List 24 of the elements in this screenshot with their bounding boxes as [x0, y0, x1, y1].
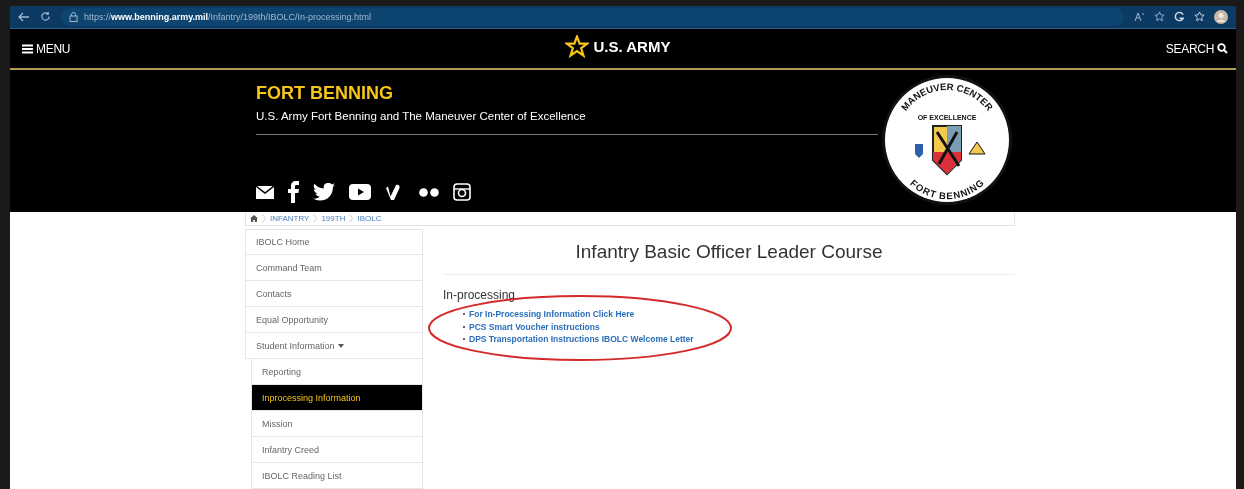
breadcrumb-link[interactable]: INFANTRY: [270, 214, 310, 223]
sidebar-subitem[interactable]: Mission: [251, 411, 423, 437]
site-subtitle: U.S. Army Fort Benning and The Maneuver Center of Excellence: [256, 110, 587, 123]
sidebar-item[interactable]: Contacts: [245, 281, 423, 307]
site-title: FORT BENNING: [256, 83, 394, 105]
sidebar-subitem[interactable]: Inprocessing Information: [251, 385, 423, 411]
sidebar-item[interactable]: Equal Opportunity: [245, 307, 423, 333]
address-bar[interactable]: https://www.benning.army.mil/Infantry/199th/IBOLC/In-processing.html: [61, 7, 1124, 26]
menu-button[interactable]: MENU: [22, 41, 71, 56]
sidebar-item[interactable]: IBOLC Home: [245, 229, 423, 255]
sidebar-subitem[interactable]: Infantry Creed: [251, 437, 423, 463]
document-link[interactable]: DPS Transportation Instructions IBOLC Welcome Letter: [469, 333, 694, 346]
document-link[interactable]: For In-Processing Information Click Here: [469, 308, 635, 321]
document-link[interactable]: PCS Smart Voucher instructions: [469, 320, 600, 333]
url-text: https://www.benning.army.mil/Infantry/199th/IBOLC/In-processing.html: [84, 11, 372, 22]
page-heading: Infantry Basic Officer Leader Course: [574, 241, 884, 263]
sidebar-subitem[interactable]: IBOLC Reading List: [251, 463, 423, 489]
breadcrumb-link[interactable]: IBOLC: [357, 214, 382, 223]
sidebar-item[interactable]: Command Team: [245, 255, 423, 281]
army-logo-link[interactable]: U.S. ARMY: [565, 35, 671, 59]
breadcrumb-link[interactable]: 199TH: [321, 214, 346, 223]
section-heading: In-processing: [443, 288, 517, 302]
sidebar-item[interactable]: Student Information: [245, 333, 423, 359]
search-button[interactable]: SEARCH: [1165, 41, 1228, 56]
